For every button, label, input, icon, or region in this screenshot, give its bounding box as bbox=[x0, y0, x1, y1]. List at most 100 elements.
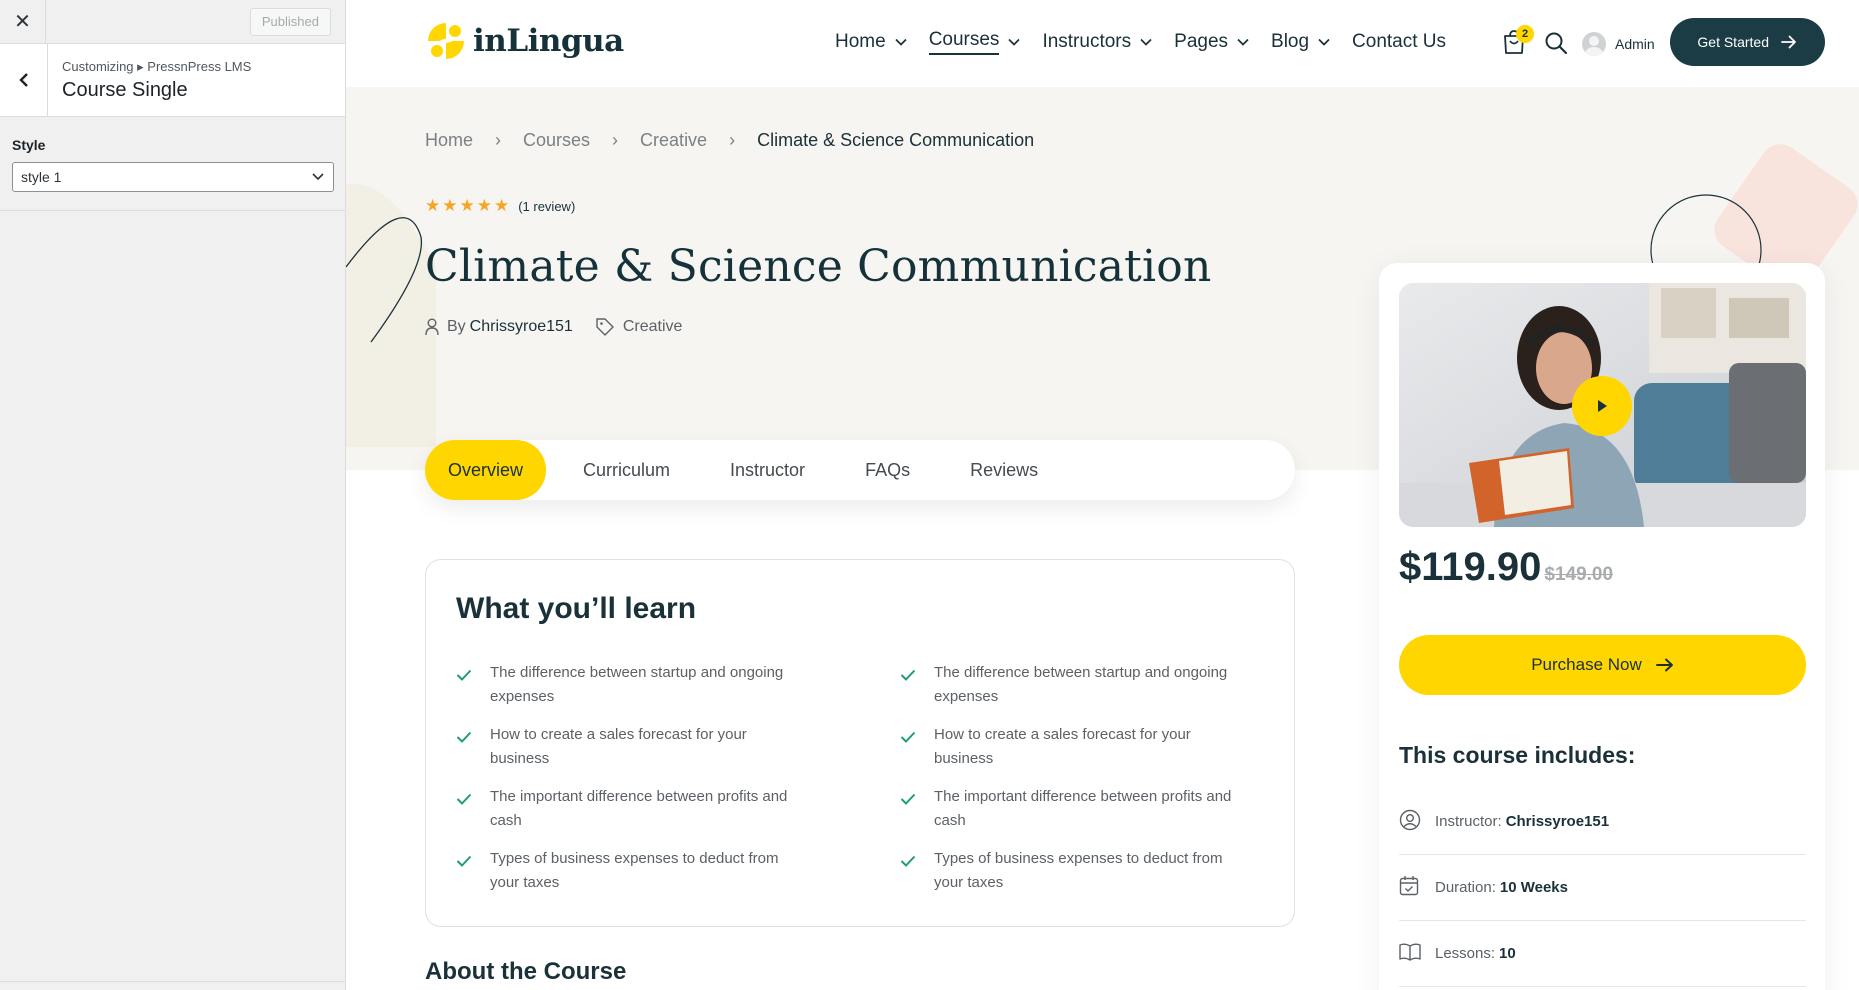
nav-home[interactable]: Home bbox=[835, 29, 907, 55]
breadcrumb-home[interactable]: Home bbox=[425, 130, 473, 151]
nav-label: Blog bbox=[1271, 31, 1310, 52]
learn-item-text: Types of business expenses to deduct fro… bbox=[934, 850, 1223, 891]
customizer-breadcrumb: Customizing ▸ PressnPress LMS bbox=[62, 59, 252, 74]
breadcrumb-courses[interactable]: Courses bbox=[523, 130, 590, 151]
check-icon bbox=[900, 669, 916, 681]
tab-faqs[interactable]: FAQs bbox=[842, 440, 933, 500]
calendar-icon bbox=[1399, 875, 1419, 895]
list-item: How to create a sales forecast for your … bbox=[456, 723, 796, 771]
header-tools: 2 Admin Get Started bbox=[1502, 18, 1825, 66]
play-icon bbox=[1598, 400, 1607, 412]
check-icon bbox=[456, 669, 472, 681]
cart-button[interactable]: 2 bbox=[1502, 25, 1534, 59]
tab-instructor[interactable]: Instructor bbox=[707, 440, 828, 500]
breadcrumb-separator: › bbox=[612, 130, 619, 150]
list-item: How to create a sales forecast for your … bbox=[900, 723, 1240, 771]
check-icon bbox=[900, 731, 916, 743]
search-button[interactable] bbox=[1544, 31, 1570, 57]
style-control: Style style 1 bbox=[0, 117, 345, 211]
learn-item-text: How to create a sales forecast for your … bbox=[490, 726, 747, 767]
nav-instructors[interactable]: Instructors bbox=[1042, 29, 1152, 55]
author-link[interactable]: Chrissyroe151 bbox=[470, 318, 573, 336]
learn-item-text: The important difference between profits… bbox=[934, 788, 1232, 829]
learn-list-left: The difference between startup and ongoi… bbox=[456, 661, 796, 909]
includes-duration: Duration: 10 Weeks bbox=[1399, 855, 1806, 921]
user-circle-icon bbox=[1399, 809, 1421, 830]
star-rating-icon: ★★★★★ bbox=[425, 196, 512, 215]
get-started-button[interactable]: Get Started bbox=[1669, 18, 1825, 66]
nav-label: Instructors bbox=[1042, 31, 1132, 52]
list-item: The difference between startup and ongoi… bbox=[900, 661, 1240, 709]
back-button[interactable] bbox=[0, 44, 48, 116]
check-icon bbox=[900, 855, 916, 867]
breadcrumb: Home › Courses › Creative › Climate & Sc… bbox=[425, 130, 1034, 151]
list-item: Types of business expenses to deduct fro… bbox=[456, 847, 796, 895]
main-nav: Home Courses Instructors Pages Blog Cont… bbox=[835, 29, 1468, 55]
lessons-value: 10 bbox=[1499, 945, 1516, 962]
includes-title: This course includes: bbox=[1399, 742, 1636, 768]
nav-pages[interactable]: Pages bbox=[1174, 29, 1249, 55]
learn-card: What you’ll learn The difference between… bbox=[425, 559, 1295, 927]
style-label: Style bbox=[12, 137, 46, 153]
check-icon bbox=[456, 731, 472, 743]
breadcrumb-separator: › bbox=[729, 130, 736, 150]
chevron-down-icon bbox=[1140, 38, 1152, 46]
includes-label: Instructor: bbox=[1435, 813, 1502, 830]
learn-item-text: The difference between startup and ongoi… bbox=[490, 664, 784, 705]
nav-label: Courses bbox=[928, 29, 1000, 55]
nav-contact[interactable]: Contact Us bbox=[1352, 29, 1446, 55]
style-select-value: style 1 bbox=[21, 169, 62, 185]
chevron-down-icon bbox=[1237, 38, 1249, 46]
site-logo[interactable]: inLingua bbox=[425, 20, 624, 62]
course-meta: By Chrissyroe151 Creative bbox=[425, 317, 682, 337]
nav-label: Home bbox=[835, 31, 886, 52]
list-item: The important difference between profits… bbox=[900, 785, 1240, 833]
customizer-section-title: Course Single bbox=[62, 79, 188, 101]
close-customizer-button[interactable]: ✕ bbox=[0, 0, 46, 43]
category-link[interactable]: Creative bbox=[623, 318, 683, 336]
course-sidebar-card: $119.90 $149.00 Purchase Now This course… bbox=[1379, 263, 1825, 990]
nav-blog[interactable]: Blog bbox=[1271, 29, 1330, 55]
breadcrumb-separator: › bbox=[495, 130, 502, 150]
instructor-value[interactable]: Chrissyroe151 bbox=[1506, 813, 1609, 830]
by-label: By bbox=[447, 318, 466, 335]
purchase-now-button[interactable]: Purchase Now bbox=[1399, 635, 1806, 695]
list-item: The important difference between profits… bbox=[456, 785, 796, 833]
breadcrumb-creative[interactable]: Creative bbox=[640, 130, 707, 151]
learn-item-text: The important difference between profits… bbox=[490, 788, 788, 829]
check-icon bbox=[456, 855, 472, 867]
user-menu[interactable]: Admin bbox=[1582, 32, 1655, 56]
search-icon bbox=[1545, 32, 1568, 55]
decorative-squiggle bbox=[346, 183, 436, 447]
logo-text: inLingua bbox=[473, 23, 624, 59]
chevron-down-icon bbox=[1008, 38, 1021, 46]
style-select[interactable]: style 1 bbox=[12, 162, 334, 192]
cart-count-badge: 2 bbox=[1516, 25, 1534, 43]
price-original: $149.00 bbox=[1544, 564, 1614, 585]
chevron-left-icon bbox=[18, 73, 28, 87]
tab-reviews[interactable]: Reviews bbox=[947, 440, 1061, 500]
arrow-right-icon bbox=[1781, 35, 1796, 49]
course-video-thumbnail[interactable] bbox=[1399, 283, 1806, 527]
course-price: $119.90 $149.00 bbox=[1399, 545, 1613, 590]
course-title: Climate & Science Communication bbox=[425, 241, 1212, 292]
nav-label: Pages bbox=[1174, 31, 1229, 52]
tab-overview[interactable]: Overview bbox=[425, 440, 547, 500]
course-tabs: Overview Curriculum Instructor FAQs Revi… bbox=[425, 440, 1295, 500]
nav-courses[interactable]: Courses bbox=[928, 29, 1021, 55]
chevron-down-icon bbox=[312, 173, 324, 181]
about-course-heading: About the Course bbox=[425, 958, 627, 985]
review-count: (1 review) bbox=[518, 198, 576, 214]
arrow-right-icon bbox=[1655, 658, 1673, 672]
nav-label: Contact Us bbox=[1352, 31, 1447, 52]
tab-curriculum[interactable]: Curriculum bbox=[560, 440, 693, 500]
published-button[interactable]: Published bbox=[249, 8, 331, 36]
list-item: Types of business expenses to deduct fro… bbox=[900, 847, 1240, 895]
play-button[interactable] bbox=[1572, 376, 1632, 436]
chevron-down-icon bbox=[1318, 38, 1330, 46]
book-icon bbox=[1399, 943, 1421, 961]
includes-lessons: Lessons: 10 bbox=[1399, 921, 1806, 987]
customizer-panel: ✕ Published Customizing ▸ PressnPress LM… bbox=[0, 0, 346, 990]
logo-mark-icon bbox=[428, 21, 464, 61]
learn-list-right: The difference between startup and ongoi… bbox=[900, 661, 1240, 909]
